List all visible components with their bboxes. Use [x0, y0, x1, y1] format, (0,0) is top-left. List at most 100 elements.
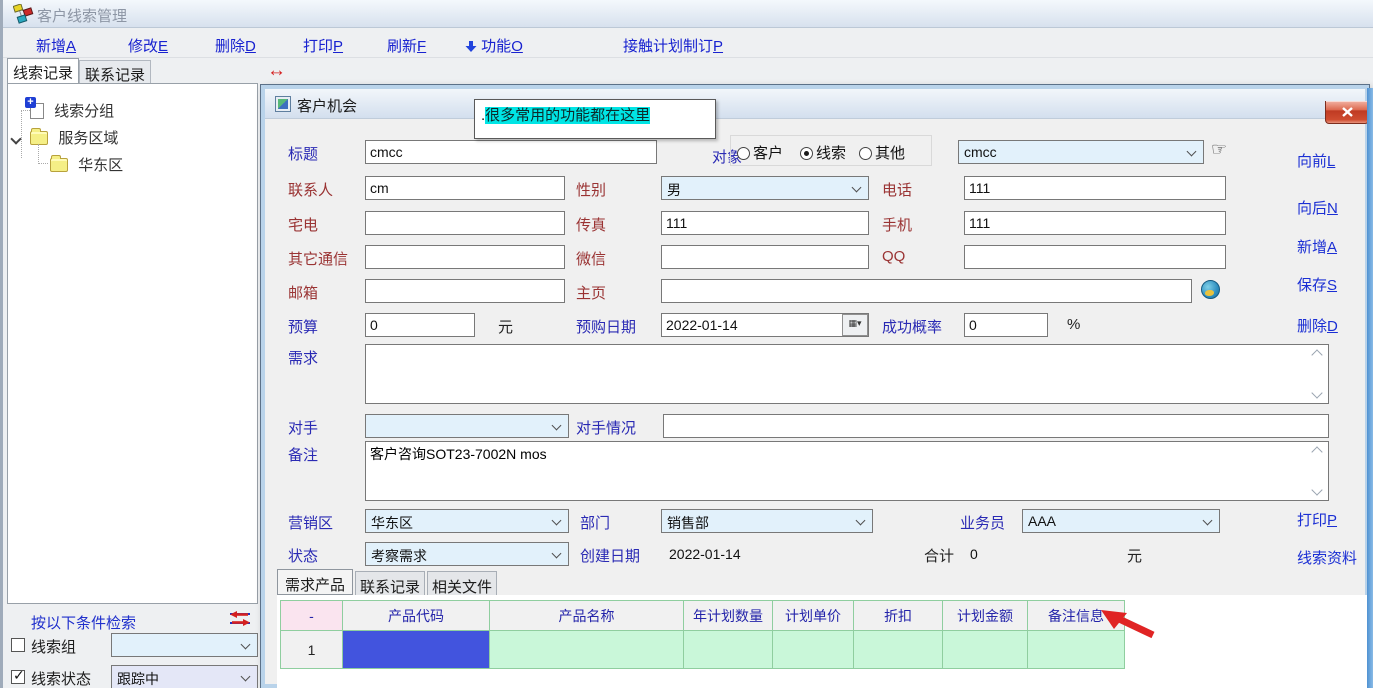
budget-label: 预算 — [288, 316, 318, 337]
competitor-label: 对手 — [288, 417, 318, 438]
grid-cell-annual-qty[interactable] — [684, 631, 773, 669]
grid-cell-product-code[interactable] — [343, 631, 490, 669]
wechat-input[interactable] — [661, 245, 869, 269]
competitor-info-label: 对手情况 — [576, 417, 636, 438]
close-icon[interactable] — [1325, 101, 1369, 124]
fax-input[interactable] — [661, 211, 869, 235]
chevron-down-icon — [856, 516, 866, 526]
search-panel: 按以下条件检索 线索组 线索状态 跟踪中 — [7, 604, 258, 688]
target-ref-select[interactable]: cmcc — [958, 140, 1204, 164]
toolbar-delete-button[interactable]: 删除D — [215, 35, 256, 56]
dialog-titlebar[interactable]: 客户机会 — [265, 89, 1365, 119]
status-select[interactable]: 考察需求 — [365, 542, 569, 566]
fax-label: 传真 — [576, 214, 606, 235]
lead-group-icon — [30, 103, 44, 119]
target-radio-lead[interactable]: 线索 — [800, 142, 846, 163]
swap-arrows-icon[interactable] — [229, 611, 251, 626]
homepage-label: 主页 — [576, 282, 606, 303]
grid-cell-product-name[interactable] — [490, 631, 684, 669]
lead-group-filter-select[interactable] — [111, 633, 258, 657]
home-phone-input[interactable] — [365, 211, 565, 235]
remark-textarea[interactable]: 客户咨询SOT23-7002N mos — [365, 441, 1329, 501]
lead-status-filter-select[interactable]: 跟踪中 — [111, 665, 258, 688]
grid-header-product-code: 产品代码 — [343, 601, 490, 631]
lead-group-checkbox[interactable] — [11, 638, 25, 652]
department-select[interactable]: 销售部 — [661, 509, 873, 533]
window-edge — [1367, 88, 1373, 688]
email-input[interactable] — [365, 279, 565, 303]
title-label: 标题 — [288, 143, 318, 164]
lead-tree-panel: 线索分组 服务区域 华东区 — [7, 83, 258, 604]
phone-label: 电话 — [882, 179, 912, 200]
folder-icon — [50, 158, 68, 172]
tree-item-lead-group[interactable]: 线索分组 — [30, 100, 114, 121]
competitor-select[interactable] — [365, 414, 569, 438]
chevron-down-icon — [552, 421, 562, 431]
budget-input[interactable] — [365, 313, 475, 337]
demand-textarea[interactable] — [365, 344, 1329, 404]
expander-chevron-icon[interactable] — [10, 133, 21, 144]
toolbar-print-button[interactable]: 打印P — [303, 35, 343, 56]
purchase-date-input[interactable] — [661, 313, 869, 337]
phone-input[interactable] — [964, 176, 1226, 200]
gender-select[interactable]: 男 — [661, 176, 869, 200]
grid-cell-plan-price[interactable] — [773, 631, 854, 669]
grid-header-discount: 折扣 — [854, 601, 943, 631]
toolbar-edit-button[interactable]: 修改E — [128, 35, 168, 56]
toolbar-functions-button[interactable]: 功能O — [465, 35, 523, 56]
search-title: 按以下条件检索 — [31, 612, 136, 633]
grid-header-product-name: 产品名称 — [490, 601, 684, 631]
nav-print-link[interactable]: 打印P — [1297, 509, 1337, 530]
calendar-icon[interactable]: ▦▾ — [842, 314, 868, 336]
success-rate-input[interactable] — [964, 313, 1048, 337]
customer-opportunity-dialog: 客户机会 标题 对象 客户 线索 其他 cmcc ☞ 联系人 性别 男 电话 宅… — [261, 85, 1369, 688]
remark-label: 备注 — [288, 444, 318, 465]
competitor-info-input[interactable] — [663, 414, 1329, 438]
nav-next-link[interactable]: 向后N — [1297, 197, 1338, 218]
other-comm-label: 其它通信 — [288, 248, 348, 269]
contact-input[interactable] — [365, 176, 565, 200]
grid-header-plan-price: 计划单价 — [773, 601, 854, 631]
lead-status-checkbox[interactable] — [11, 670, 25, 684]
nav-save-link[interactable]: 保存S — [1297, 274, 1337, 295]
tab-contact-records[interactable]: 联系记录 — [79, 60, 151, 84]
grid-header-annual-qty: 年计划数量 — [684, 601, 773, 631]
other-comm-input[interactable] — [365, 245, 565, 269]
chevron-down-icon — [552, 516, 562, 526]
nav-previous-link[interactable]: 向前L — [1297, 150, 1335, 171]
status-label: 状态 — [288, 545, 318, 566]
globe-icon[interactable] — [1201, 280, 1220, 299]
nav-delete-link[interactable]: 删除D — [1297, 315, 1338, 336]
tab-lead-records[interactable]: 线索记录 — [7, 58, 79, 84]
create-date-value: 2022-01-14 — [669, 546, 741, 562]
marketing-area-select[interactable]: 华东区 — [365, 509, 569, 533]
qq-input[interactable] — [964, 245, 1226, 269]
nav-add-link[interactable]: 新增A — [1297, 236, 1337, 257]
homepage-input[interactable] — [661, 279, 1192, 303]
down-arrow-icon — [465, 40, 477, 53]
target-radio-customer[interactable]: 客户 — [737, 142, 783, 163]
chevron-down-icon — [852, 183, 862, 193]
tree-item-huadong[interactable]: 华东区 — [50, 154, 123, 175]
red-arrow-annotation — [1101, 607, 1159, 639]
target-radio-other[interactable]: 其他 — [859, 142, 905, 163]
tab-demand-products[interactable]: 需求产品 — [277, 569, 353, 595]
total-label: 合计 — [924, 545, 954, 566]
salesperson-select[interactable]: AAA — [1022, 509, 1220, 533]
folder-icon — [30, 131, 48, 145]
toolbar-new-button[interactable]: 新增A — [36, 35, 76, 56]
toolbar-contact-plan-button[interactable]: 接触计划制订P — [623, 35, 723, 56]
hand-pointer-icon[interactable]: ☞ — [1211, 139, 1227, 160]
grid-cell-plan-amount[interactable] — [943, 631, 1028, 669]
title-input[interactable] — [365, 140, 657, 164]
tab-related-files[interactable]: 相关文件 — [427, 571, 497, 595]
nav-lead-info-link[interactable]: 线索资料 — [1297, 547, 1357, 568]
grid-header-plan-amount: 计划金额 — [943, 601, 1028, 631]
tree-item-service-area[interactable]: 服务区域 — [12, 127, 118, 148]
grid-cell-discount[interactable] — [854, 631, 943, 669]
mobile-input[interactable] — [964, 211, 1226, 235]
tree-connector — [38, 163, 48, 164]
department-label: 部门 — [580, 512, 610, 533]
toolbar-refresh-button[interactable]: 刷新F — [387, 35, 426, 56]
tab-contact-log[interactable]: 联系记录 — [355, 571, 425, 595]
